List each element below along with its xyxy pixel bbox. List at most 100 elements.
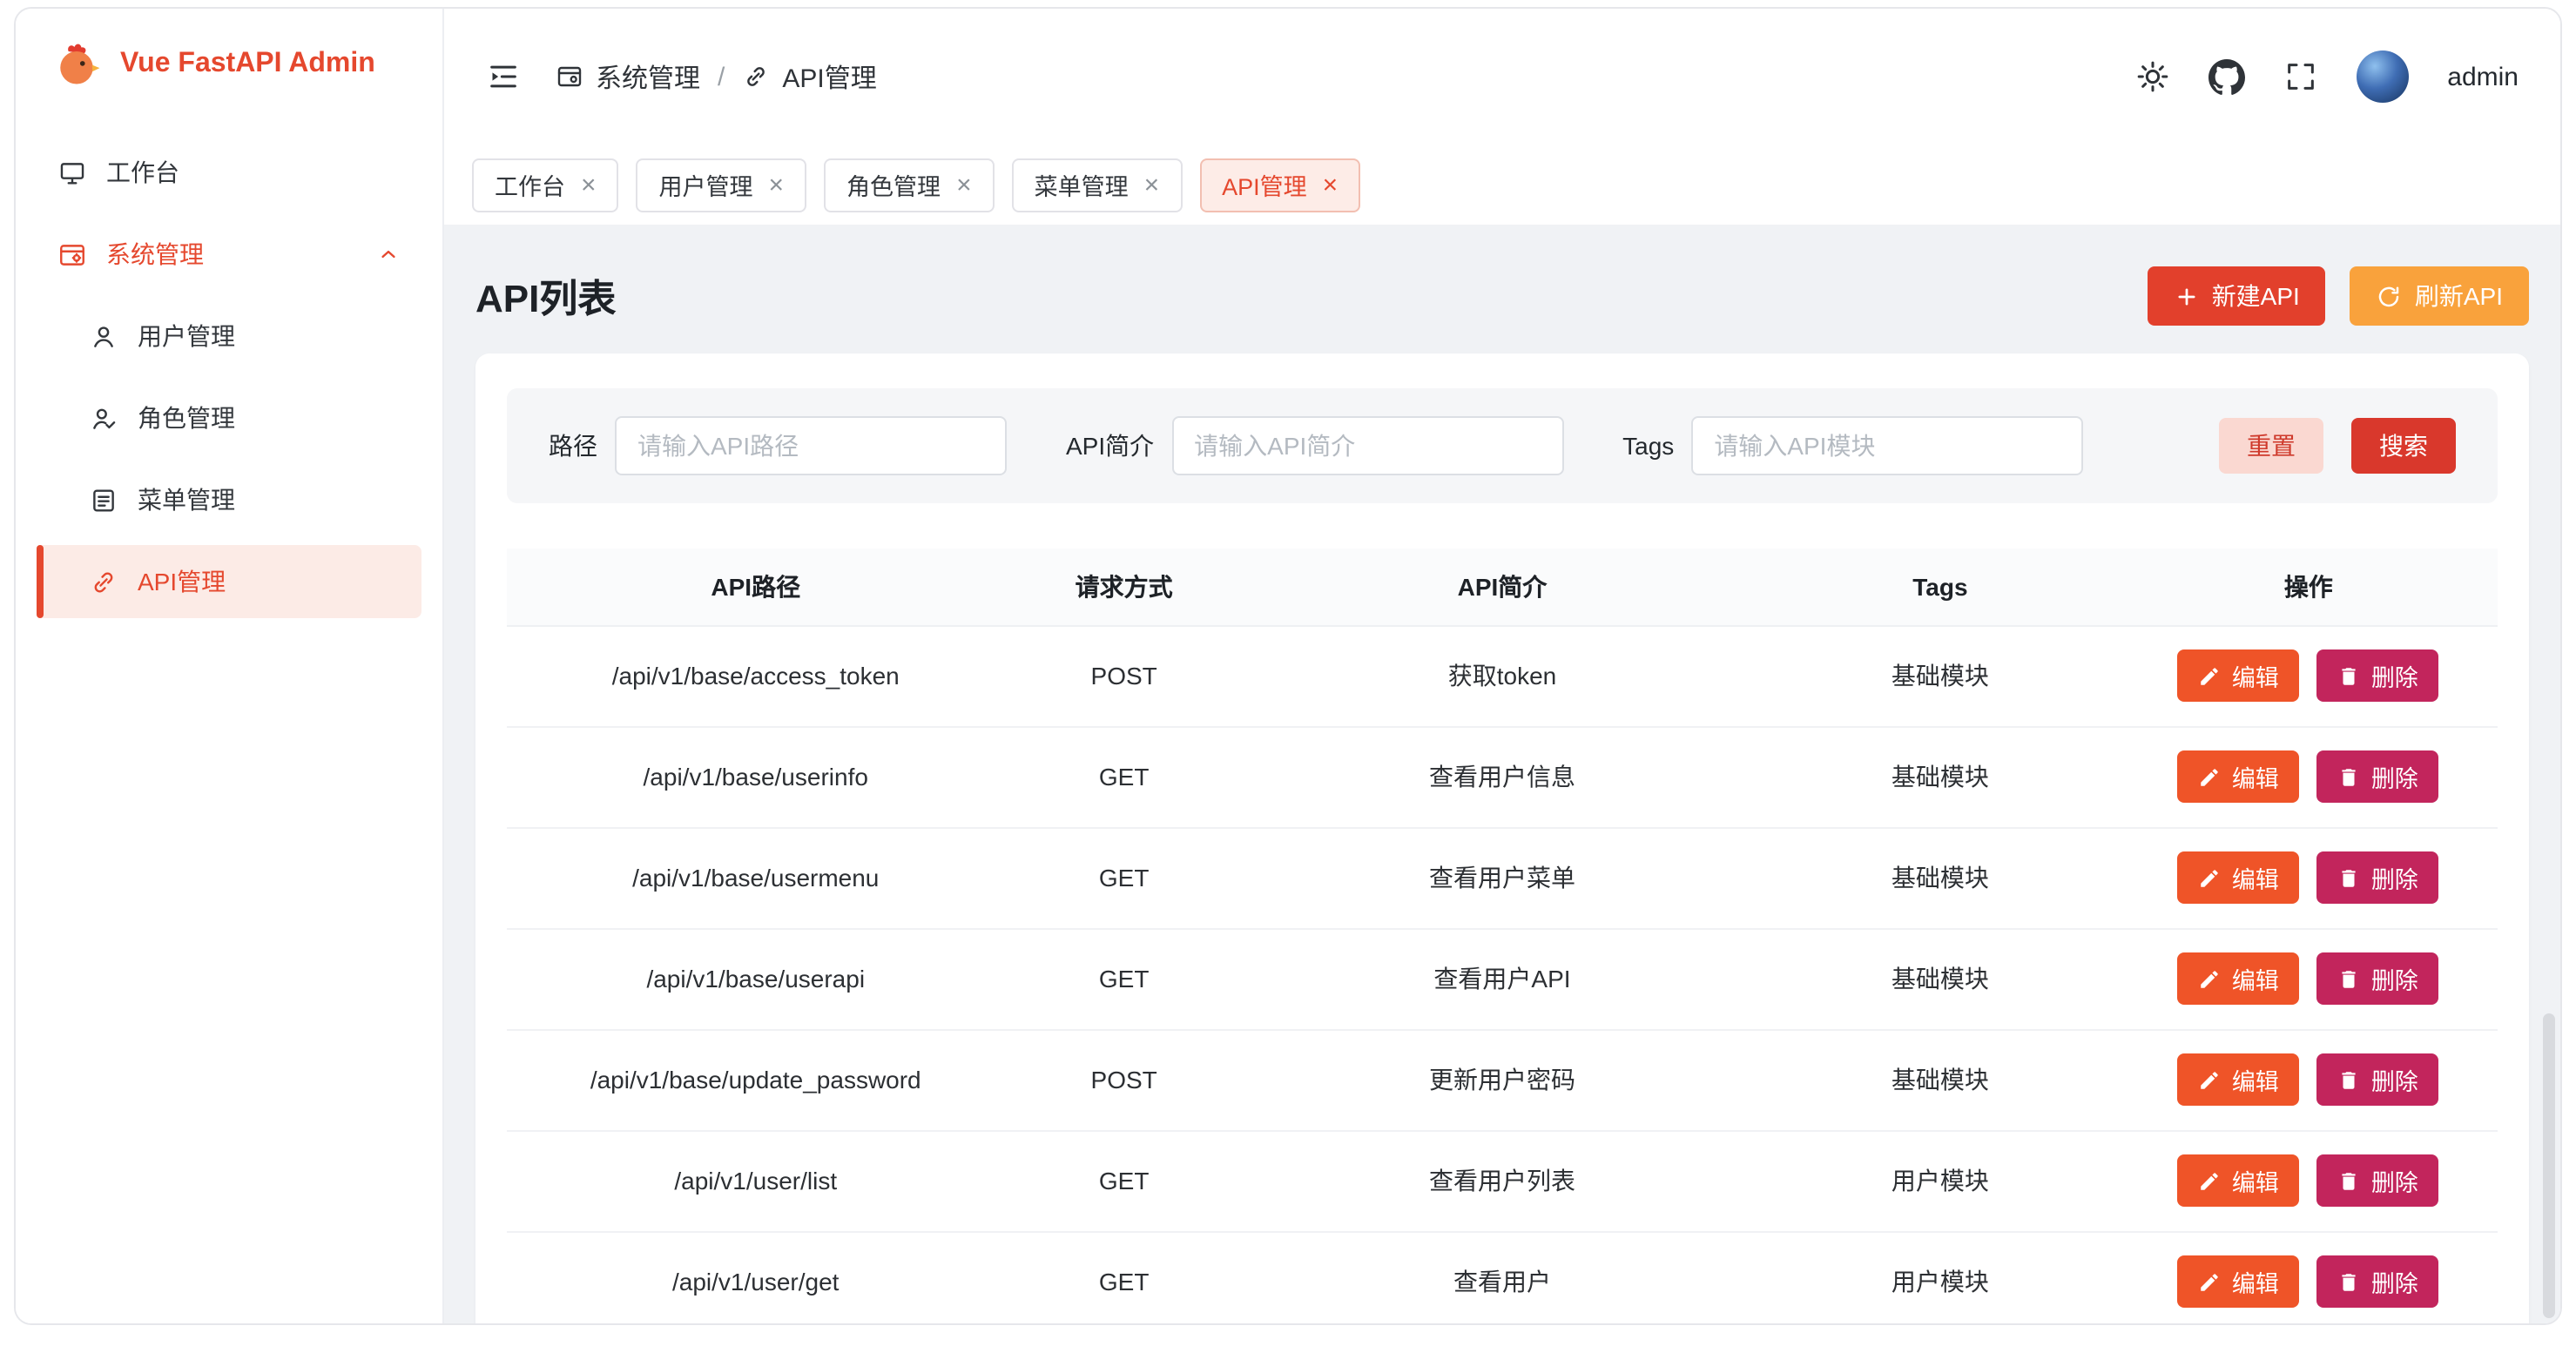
column-header-tags: Tags <box>1761 548 2119 625</box>
cell-tags: 基础模块 <box>1761 1029 2119 1130</box>
breadcrumb-label: API管理 <box>782 58 876 95</box>
refresh-api-button[interactable]: 刷新API <box>2350 266 2529 326</box>
sidebar-item-roles[interactable]: 角色管理 <box>37 381 421 454</box>
edit-label: 编辑 <box>2232 1062 2279 1097</box>
logo[interactable]: Vue FastAPI Admin <box>16 9 442 120</box>
edit-button[interactable]: 编辑 <box>2178 649 2300 702</box>
edit-button[interactable]: 编辑 <box>2178 1053 2300 1106</box>
trash-icon <box>2338 1068 2361 1091</box>
cell-actions: 编辑 删除 <box>2120 928 2498 1029</box>
sidebar-item-system[interactable]: 系统管理 <box>37 218 421 291</box>
edit-button[interactable]: 编辑 <box>2178 952 2300 1005</box>
tab-close-icon[interactable]: × <box>769 172 785 198</box>
chicken-logo-icon <box>51 38 103 91</box>
delete-button[interactable]: 删除 <box>2317 1154 2439 1207</box>
tab-users[interactable]: 用户管理 × <box>637 158 807 212</box>
summary-label: API简介 <box>1066 428 1154 463</box>
tab-workbench[interactable]: 工作台× <box>472 158 619 212</box>
trash-icon <box>2338 866 2361 889</box>
tab-close-icon[interactable]: × <box>956 172 972 198</box>
github-icon[interactable] <box>2208 58 2245 95</box>
cell-method: POST <box>1005 1029 1244 1130</box>
cell-summary: 查看用户API <box>1244 928 1761 1029</box>
edit-button[interactable]: 编辑 <box>2178 1154 2300 1207</box>
delete-button[interactable]: 删除 <box>2317 851 2439 904</box>
cell-api-path: /api/v1/base/access_token <box>507 625 1005 726</box>
api-table-body: /api/v1/base/access_tokenPOST获取token基础模块… <box>507 625 2498 1323</box>
tags-input[interactable] <box>1691 416 2083 475</box>
breadcrumb-item-system[interactable]: 系统管理 <box>556 58 700 95</box>
pencil-icon <box>2199 1169 2222 1192</box>
delete-label: 删除 <box>2371 759 2418 794</box>
cell-actions: 编辑删除 <box>2120 1130 2498 1231</box>
refresh-icon <box>2377 283 2403 309</box>
tab-roles[interactable]: 角色管理× <box>824 158 995 212</box>
edit-button[interactable]: 编辑 <box>2178 750 2300 803</box>
delete-label: 删除 <box>2371 961 2418 996</box>
scrollbar-thumb[interactable] <box>2543 1013 2555 1318</box>
sidebar-item-label: 角色管理 <box>138 400 235 435</box>
role-user-check-icon <box>89 403 118 433</box>
search-button[interactable]: 搜索 <box>2351 418 2456 474</box>
pencil-icon <box>2199 765 2222 788</box>
cell-summary: 查看用户信息 <box>1244 726 1761 827</box>
cell-actions: 编辑 删除 <box>2120 1029 2498 1130</box>
system-window-gear-icon <box>57 239 87 269</box>
cell-api-path: /api/v1/user/get <box>507 1231 1005 1323</box>
sidebar-item-menus[interactable]: 菜单管理 <box>37 463 421 536</box>
cell-tags: 基础模块 <box>1761 928 2119 1029</box>
table-row: /api/v1/base/usermenuGET查看用户菜单基础模块编辑删除 <box>507 827 2498 928</box>
edit-button[interactable]: 编辑 <box>2178 1255 2300 1308</box>
breadcrumb-item-api[interactable]: API管理 <box>742 58 876 95</box>
table-header-row: API路径 请求方式 API简介 Tags 操作 <box>507 548 2498 625</box>
filter-panel: 路径 API简介 Tags 重置 搜索 <box>507 388 2498 503</box>
reset-button[interactable]: 重置 <box>2219 418 2323 474</box>
cell-tags: 基础模块 <box>1761 827 2119 928</box>
edit-label: 编辑 <box>2232 759 2279 794</box>
summary-input[interactable] <box>1171 416 1563 475</box>
cell-api-path: /api/v1/base/usermenu <box>507 827 1005 928</box>
breadcrumb-label: 系统管理 <box>596 58 700 95</box>
tab-close-icon[interactable]: × <box>581 172 597 198</box>
sidebar-item-users[interactable]: 用户管理 <box>37 299 421 373</box>
fullscreen-icon[interactable] <box>2283 59 2318 94</box>
edit-button[interactable]: 编辑 <box>2178 851 2300 904</box>
delete-button[interactable]: 删除 <box>2317 649 2439 702</box>
avatar[interactable] <box>2357 50 2409 103</box>
delete-button[interactable]: 删除 <box>2317 952 2439 1005</box>
tab-bar: 工作台×用户管理×角色管理×菜单管理×API管理× <box>444 145 2560 225</box>
column-header-summary: API简介 <box>1244 548 1761 625</box>
tab-menus[interactable]: 菜单管理× <box>1012 158 1183 212</box>
delete-button[interactable]: 删除 <box>2317 1053 2439 1106</box>
sidebar-item-workbench[interactable]: 工作台 <box>37 136 421 209</box>
cell-summary: 查看用户列表 <box>1244 1130 1761 1231</box>
filter-actions: 重置 搜索 <box>2219 418 2456 474</box>
app-title: Vue FastAPI Admin <box>120 49 375 80</box>
delete-button[interactable]: 删除 <box>2317 750 2439 803</box>
tab-label: API管理 <box>1222 167 1307 202</box>
path-input[interactable] <box>615 416 1007 475</box>
trash-icon <box>2338 967 2361 990</box>
cell-api-path: /api/v1/user/list <box>507 1130 1005 1231</box>
sidebar-item-label: 菜单管理 <box>138 482 235 517</box>
cell-actions: 编辑删除 <box>2120 625 2498 726</box>
tab-api[interactable]: API管理 × <box>1199 158 1360 212</box>
create-api-button[interactable]: 新建API <box>2148 266 2326 326</box>
collapse-sidebar-icon[interactable] <box>486 59 521 94</box>
api-link-icon <box>89 567 118 596</box>
cell-actions: 编辑删除 <box>2120 1231 2498 1323</box>
theme-sun-icon[interactable] <box>2135 59 2170 94</box>
tab-close-icon[interactable]: × <box>1323 172 1339 198</box>
system-window-gear-icon <box>556 63 583 91</box>
username[interactable]: admin <box>2447 62 2519 91</box>
create-api-label: 新建API <box>2212 279 2300 313</box>
plus-icon <box>2174 283 2200 309</box>
delete-button[interactable]: 删除 <box>2317 1255 2439 1308</box>
cell-tags: 基础模块 <box>1761 625 2119 726</box>
sidebar-item-api[interactable]: API管理 <box>37 545 421 618</box>
cell-method: GET <box>1005 1231 1244 1323</box>
tab-close-icon[interactable]: × <box>1144 172 1160 198</box>
cell-method: GET <box>1005 726 1244 827</box>
tab-label: 用户管理 <box>659 167 753 202</box>
page-actions: 新建API 刷新API <box>2148 266 2529 326</box>
